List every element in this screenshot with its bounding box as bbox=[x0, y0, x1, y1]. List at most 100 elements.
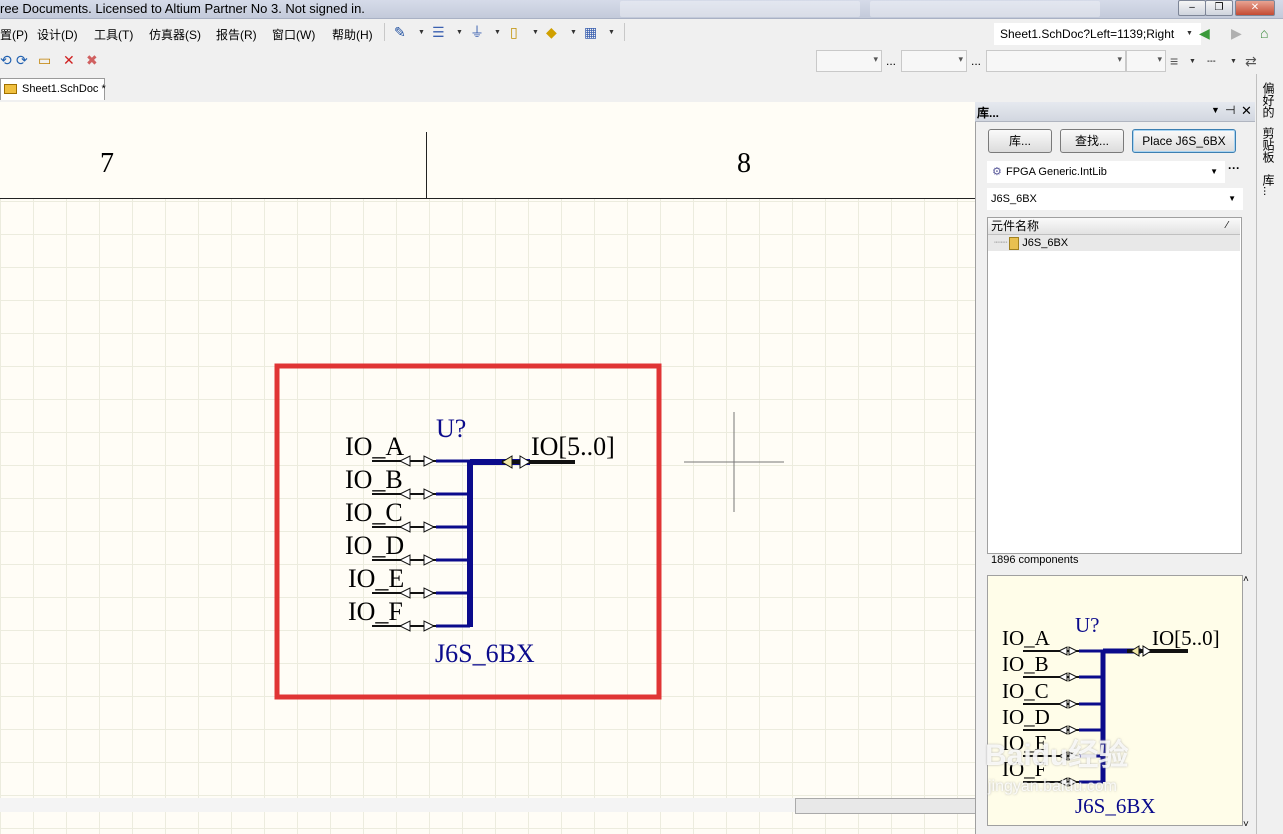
chevron-down-icon[interactable]: ▼ bbox=[1210, 162, 1218, 182]
power-ground-icon[interactable]: ⏚ bbox=[470, 24, 484, 40]
chevron-down-icon[interactable]: ▼ bbox=[418, 29, 425, 36]
back-icon[interactable]: ◀ bbox=[1199, 25, 1210, 41]
sheet-border-top bbox=[0, 102, 975, 133]
bus-port-arrow bbox=[501, 455, 513, 469]
libraries-button[interactable]: 库... bbox=[988, 129, 1052, 153]
menu-window[interactable]: 窗口(W) bbox=[272, 26, 315, 43]
document-tab-label: Sheet1.SchDoc * bbox=[22, 83, 106, 95]
document-address-field[interactable]: Sheet1.SchDoc?Left=1139;Right bbox=[994, 23, 1201, 45]
zone-label-7: 7 bbox=[100, 148, 114, 179]
chevron-down-icon[interactable]: ▼ bbox=[1230, 58, 1237, 65]
library-select[interactable]: ⚙ FPGA Generic.IntLib ▼ bbox=[987, 161, 1225, 183]
component-filter-field[interactable]: J6S_6BX ▼ bbox=[987, 188, 1243, 210]
toolbar-combo[interactable] bbox=[1126, 50, 1166, 72]
pin-icon[interactable]: ⊣ bbox=[1225, 103, 1235, 117]
component-list[interactable] bbox=[987, 217, 1242, 554]
toolbar-combo[interactable] bbox=[986, 50, 1126, 72]
preview-pin-label-d: IO_D bbox=[1002, 705, 1050, 729]
arrow-style-icon[interactable]: ⇄ bbox=[1245, 53, 1257, 69]
chevron-down-icon[interactable]: ▼ bbox=[532, 29, 539, 36]
pin-label-b: IO_B bbox=[345, 465, 403, 494]
toolbar-combo[interactable] bbox=[816, 50, 882, 72]
bus-net-label[interactable]: IO[5..0] bbox=[531, 432, 615, 461]
panel-menu-icon[interactable]: ▼ bbox=[1211, 105, 1220, 115]
horizontal-scrollbar-thumb[interactable] bbox=[795, 798, 977, 814]
collapse-preview-icon[interactable]: ˄ bbox=[1243, 574, 1249, 585]
component-icon bbox=[1009, 236, 1020, 250]
library-panel-title: 库... bbox=[977, 106, 1000, 120]
zone-divider bbox=[426, 132, 427, 198]
schematic-sheet[interactable]: IO_A IO_B IO_C IO_D IO_E IO_F U? IO[5..0… bbox=[0, 102, 975, 834]
component-list-item[interactable]: ┈┈ J6S_6BX bbox=[988, 235, 1240, 251]
place-component-button[interactable]: Place J6S_6BX bbox=[1132, 129, 1236, 153]
pin-label-f: IO_F bbox=[348, 597, 403, 626]
restore-button[interactable]: ❐ bbox=[1205, 0, 1233, 16]
toolbar-separator bbox=[384, 23, 385, 41]
pin-label-d: IO_D bbox=[345, 531, 404, 560]
delete-all-icon[interactable]: ✖ bbox=[86, 52, 98, 68]
designator-label[interactable]: U? bbox=[436, 414, 466, 443]
net-label-icon[interactable]: ◆ bbox=[546, 24, 557, 40]
forward-icon[interactable]: ▶ bbox=[1231, 25, 1242, 41]
schematic-drawing: IO_A IO_B IO_C IO_D IO_E IO_F U? IO[5..0… bbox=[274, 363, 784, 700]
side-tab-favorites[interactable]: 偏好的 bbox=[1259, 82, 1277, 118]
expand-preview-icon[interactable]: ˅ bbox=[1243, 819, 1249, 830]
pin-label-e: IO_E bbox=[348, 564, 404, 593]
bus-port-arrow bbox=[519, 455, 531, 469]
wiring-tool-icon[interactable]: ✎ bbox=[394, 24, 406, 40]
chevron-down-icon[interactable]: ▼ bbox=[494, 29, 501, 36]
clear-filter-icon[interactable]: ✕ bbox=[63, 52, 75, 68]
preview-pin-label-c: IO_C bbox=[1002, 679, 1049, 703]
align-tool-icon[interactable]: ☰ bbox=[432, 24, 445, 40]
side-tab-libraries[interactable]: 库... bbox=[1259, 174, 1277, 196]
ellipsis-button[interactable]: ... bbox=[971, 54, 981, 68]
library-more-button[interactable]: ··· bbox=[1228, 161, 1240, 175]
select-icon[interactable]: ▭ bbox=[38, 52, 51, 68]
line-width-icon[interactable]: ≡ bbox=[1170, 53, 1178, 69]
menu-place[interactable]: 置(P) bbox=[0, 26, 28, 43]
menu-design[interactable]: 设计(D) bbox=[37, 26, 78, 43]
zone-label-8: 8 bbox=[737, 148, 751, 179]
menu-reports[interactable]: 报告(R) bbox=[216, 26, 257, 43]
component-comment[interactable]: J6S_6BX bbox=[435, 639, 535, 668]
part-place-icon[interactable]: ▯ bbox=[510, 24, 518, 40]
menu-simulator[interactable]: 仿真器(S) bbox=[149, 26, 201, 43]
chevron-down-icon[interactable]: ▼ bbox=[570, 29, 577, 36]
pin-label-c: IO_C bbox=[345, 498, 403, 527]
chevron-down-icon[interactable]: ▼ bbox=[456, 29, 463, 36]
component-count: 1896 components bbox=[991, 554, 1079, 566]
document-tab[interactable]: Sheet1.SchDoc * bbox=[0, 78, 106, 100]
search-button[interactable]: 查找... bbox=[1060, 129, 1124, 153]
chevron-down-icon[interactable]: ▼ bbox=[1189, 58, 1196, 65]
side-tab-clipboard[interactable]: 剪贴板 bbox=[1259, 127, 1277, 163]
sort-icon: ⁄ bbox=[1226, 220, 1228, 231]
grid-icon[interactable]: ▦ bbox=[584, 24, 597, 40]
background-tab-ghost bbox=[620, 1, 860, 17]
component-item-label: J6S_6BX bbox=[1022, 237, 1069, 249]
watermark-url: jingyan.baidu.com bbox=[988, 778, 1117, 795]
ellipsis-button[interactable]: ... bbox=[886, 54, 896, 68]
document-tab-bar bbox=[0, 74, 975, 102]
preview-pin-label-a: IO_A bbox=[1002, 626, 1051, 650]
cross-probe-icon[interactable]: ⟳ bbox=[16, 52, 28, 68]
minimize-button[interactable]: ‒ bbox=[1178, 0, 1206, 16]
menu-tools[interactable]: 工具(T) bbox=[94, 26, 133, 43]
toolbar-combo[interactable] bbox=[901, 50, 967, 72]
close-window-button[interactable]: ✕ bbox=[1235, 0, 1275, 16]
component-filter-value: J6S_6BX bbox=[991, 193, 1037, 205]
menu-help[interactable]: 帮助(H) bbox=[332, 26, 373, 43]
preview-bus-label: IO[5..0] bbox=[1152, 626, 1220, 650]
sheet-zone-row bbox=[0, 132, 975, 199]
component-list-header[interactable]: 元件名称 ⁄ bbox=[988, 218, 1240, 235]
preview-designator: U? bbox=[1075, 613, 1100, 637]
watermark-logo: Baidu经验 bbox=[985, 739, 1129, 772]
chevron-down-icon[interactable]: ▼ bbox=[608, 29, 615, 36]
pin-label-a: IO_A bbox=[345, 432, 404, 461]
close-panel-icon[interactable]: ✕ bbox=[1241, 103, 1252, 119]
line-style-icon[interactable]: ┄ bbox=[1207, 53, 1215, 69]
undo-icon[interactable]: ⟲ bbox=[0, 52, 12, 68]
home-icon[interactable]: ⌂ bbox=[1260, 25, 1268, 41]
chevron-down-icon[interactable]: ▼ bbox=[1186, 30, 1193, 37]
preview-comment: J6S_6BX bbox=[1075, 794, 1156, 818]
chevron-down-icon[interactable]: ▼ bbox=[1228, 189, 1236, 209]
